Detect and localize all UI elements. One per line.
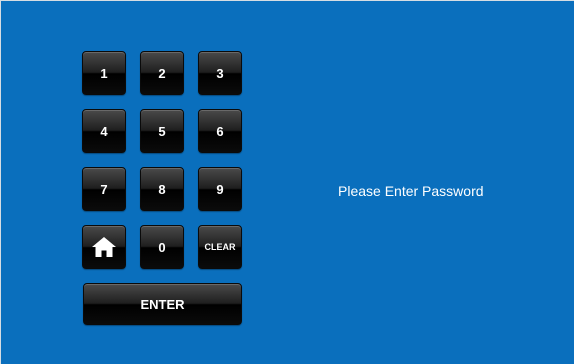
key-1[interactable]: 1 [82,51,126,95]
key-5[interactable]: 5 [140,109,184,153]
clear-button[interactable]: CLEAR [198,225,242,269]
password-screen: 1 2 3 4 5 6 7 8 9 0 CLEAR ENTER Please E… [0,0,574,364]
password-prompt: Please Enter Password [338,183,484,199]
key-2[interactable]: 2 [140,51,184,95]
enter-button[interactable]: ENTER [83,283,242,325]
key-3[interactable]: 3 [198,51,242,95]
key-8[interactable]: 8 [140,167,184,211]
key-4[interactable]: 4 [82,109,126,153]
key-6[interactable]: 6 [198,109,242,153]
home-button[interactable] [82,225,126,269]
key-9[interactable]: 9 [198,167,242,211]
home-icon [91,235,117,259]
key-7[interactable]: 7 [82,167,126,211]
key-0[interactable]: 0 [140,225,184,269]
